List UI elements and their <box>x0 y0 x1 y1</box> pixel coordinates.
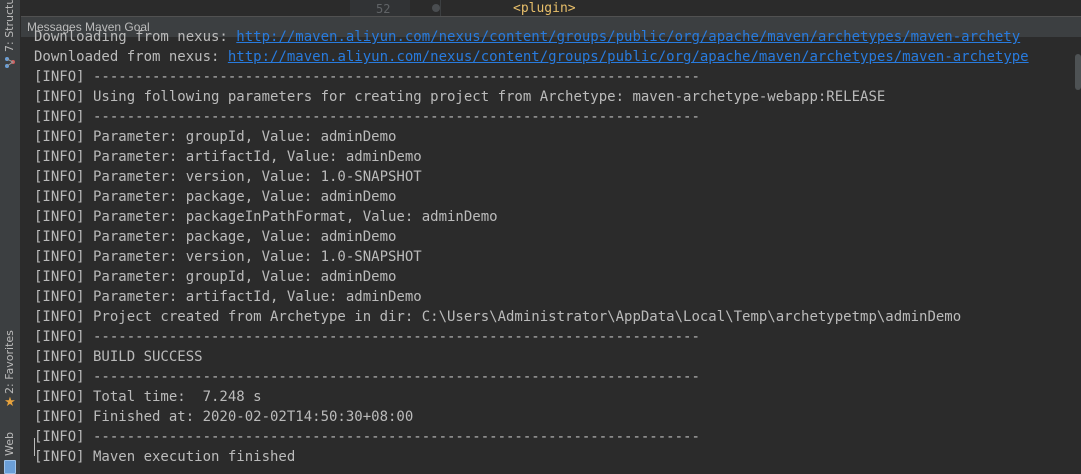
console-line: [INFO] ---------------------------------… <box>34 329 700 345</box>
favorites-tab[interactable]: 2: Favorites ★ <box>0 330 20 410</box>
web-tab-label: Web <box>3 432 16 456</box>
console-line: [INFO] Parameter: package, Value: adminD… <box>34 229 397 245</box>
favorites-tab-label: 2: Favorites <box>3 330 16 394</box>
console-line: [INFO] Finished at: 2020-02-02T14:50:30+… <box>34 409 414 425</box>
console-line: [INFO] ---------------------------------… <box>34 109 700 125</box>
console-line: [INFO] Parameter: groupId, Value: adminD… <box>34 129 397 145</box>
console-line: [INFO] Total time: 7.248 s <box>34 389 262 405</box>
console-line: [INFO] ---------------------------------… <box>34 369 700 385</box>
console-line-prefix: Downloading from nexus: <box>34 29 237 45</box>
console-line: [INFO] Parameter: artifactId, Value: adm… <box>34 149 422 165</box>
star-icon: ★ <box>4 395 16 410</box>
tool-window-stripe: 7: Structure 2: Favorites ★ Web <box>0 0 21 474</box>
console-line: [INFO] Using following parameters for cr… <box>34 89 886 105</box>
console-line: [INFO] Project created from Archetype in… <box>34 309 962 325</box>
gutter-separator <box>440 0 441 16</box>
web-icon <box>4 460 16 474</box>
console-output[interactable]: Downloading from nexus: http://maven.ali… <box>21 27 1081 467</box>
download-link[interactable]: http://maven.aliyun.com/nexus/content/gr… <box>228 49 1029 65</box>
text-caret <box>34 438 35 456</box>
console-line: Downloaded from nexus: http://maven.aliy… <box>34 47 1081 67</box>
console-line: [INFO] Parameter: package, Value: adminD… <box>34 189 397 205</box>
console-line: [INFO] Parameter: groupId, Value: adminD… <box>34 269 397 285</box>
web-tab[interactable]: Web <box>0 424 20 474</box>
messages-panel: Messages Maven Goal Downloading from nex… <box>21 16 1081 474</box>
download-link[interactable]: http://maven.aliyun.com/nexus/content/gr… <box>236 29 1020 45</box>
console-line: [INFO] BUILD SUCCESS <box>34 349 203 365</box>
console-line: [INFO] Maven execution finished <box>34 449 296 465</box>
structure-tab[interactable]: 7: Structure <box>0 0 20 68</box>
editor-area[interactable]: 52 <plugin> <box>20 0 1081 16</box>
line-number: 52 <box>376 2 391 16</box>
structure-icon <box>5 57 15 68</box>
console-line: [INFO] Parameter: packageInPathFormat, V… <box>34 209 498 225</box>
console-line-prefix: Downloaded from nexus: <box>34 49 228 65</box>
console-line: [INFO] Parameter: version, Value: 1.0-SN… <box>34 249 422 265</box>
console-line: [INFO] ---------------------------------… <box>34 69 700 85</box>
scrollbar[interactable] <box>1075 54 1081 90</box>
console-line: [INFO] ---------------------------------… <box>34 429 700 445</box>
console-line: [INFO] Parameter: version, Value: 1.0-SN… <box>34 169 422 185</box>
console-line: Downloading from nexus: http://maven.ali… <box>34 27 1081 47</box>
console-line: [INFO] Parameter: artifactId, Value: adm… <box>34 289 422 305</box>
fold-marker-icon[interactable] <box>432 4 440 12</box>
structure-tab-label: 7: Structure <box>3 0 16 52</box>
editor-code-line: <plugin> <box>513 1 576 16</box>
